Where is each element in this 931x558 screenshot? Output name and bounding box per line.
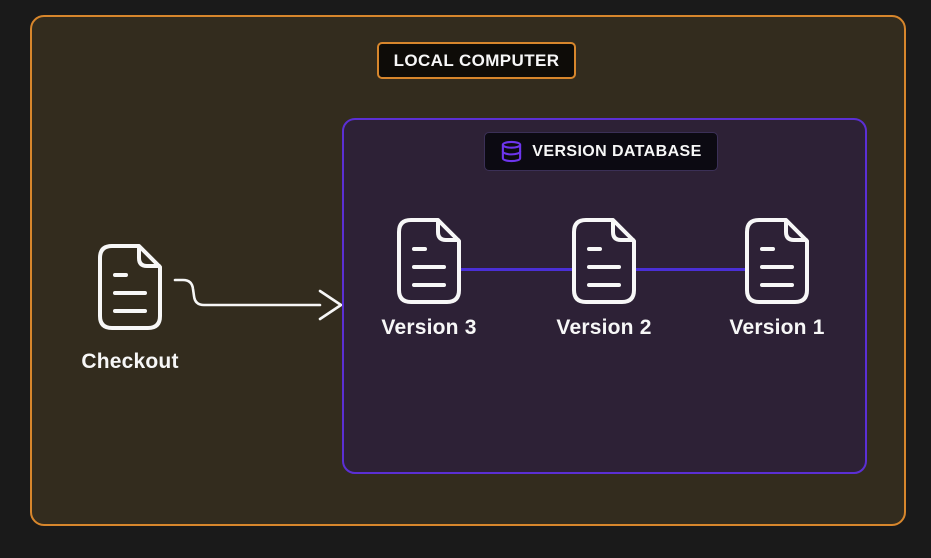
version-3-label: Version 3 bbox=[381, 316, 477, 339]
version-1-label: Version 1 bbox=[729, 316, 825, 339]
version-database-label-text: VERSION DATABASE bbox=[532, 142, 702, 160]
version-1-file: Version 1 bbox=[721, 217, 833, 340]
file-text-icon bbox=[569, 217, 639, 305]
version-database-label: VERSION DATABASE bbox=[484, 132, 718, 171]
diagram-canvas: LOCAL COMPUTER Checkout VERSION DATABASE… bbox=[0, 0, 931, 558]
local-computer-label-text: LOCAL COMPUTER bbox=[393, 50, 560, 70]
version-database-container: VERSION DATABASE Version 3 Version 2 Ver… bbox=[342, 118, 867, 474]
local-computer-label: LOCAL COMPUTER bbox=[377, 42, 576, 79]
file-text-icon bbox=[742, 217, 812, 305]
version-3-file: Version 3 bbox=[373, 217, 485, 340]
version-2-file: Version 2 bbox=[548, 217, 660, 340]
file-text-icon bbox=[95, 243, 165, 336]
checkout-arrow-icon bbox=[173, 278, 343, 321]
checkout-label: Checkout bbox=[81, 350, 179, 373]
file-text-icon bbox=[394, 217, 464, 305]
version-2-label: Version 2 bbox=[556, 316, 652, 339]
database-icon bbox=[500, 140, 523, 163]
